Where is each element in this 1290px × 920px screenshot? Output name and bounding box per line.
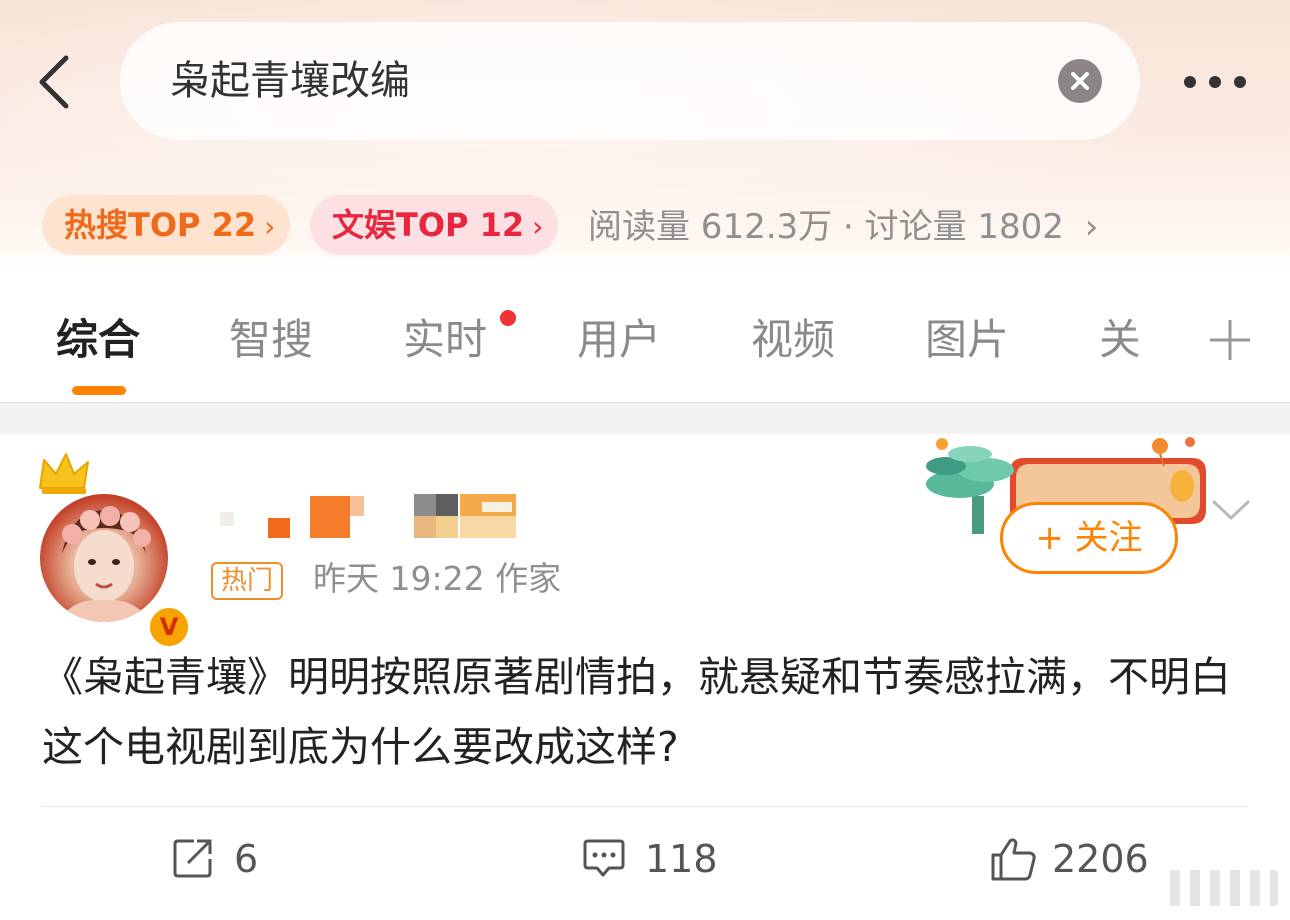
tab-smart-search[interactable]: 智搜 <box>229 312 313 368</box>
avatar[interactable] <box>40 494 168 622</box>
search-tabs: 综合 智搜 实时 用户 视频 图片 关 <box>0 290 1290 400</box>
chevron-right-icon: › <box>1084 207 1099 247</box>
hot-search-rank-badge[interactable]: 热搜TOP 22 › <box>42 195 290 255</box>
author-avatar-wrapper[interactable]: V <box>39 453 192 650</box>
add-tab-icon[interactable] <box>1208 318 1252 362</box>
tab-overflow-fade <box>1130 290 1200 400</box>
watermark-overlay <box>1160 870 1278 906</box>
entertainment-rank-badge[interactable]: 文娱TOP 12 › <box>310 195 558 255</box>
author-name-redacted[interactable] <box>210 494 530 538</box>
search-query: 枭起青壤改编 <box>170 58 410 104</box>
entertainment-rank-label: 文娱TOP 12 <box>332 206 525 244</box>
post-body: 《枭起青壤》明明按照原著剧情拍，就悬疑和节奏感拉满，不明白这个电视剧到底为什么要… <box>42 653 1231 771</box>
active-tab-indicator <box>72 386 126 395</box>
topic-stats-text: 阅读量 612.3万 · 讨论量 1802 <box>588 207 1064 247</box>
thumbs-up-icon <box>991 838 1036 881</box>
comment-count: 118 <box>645 837 718 881</box>
chevron-right-icon: › <box>264 210 276 243</box>
section-divider <box>0 402 1290 435</box>
weibo-post-card: V 热门 昨天 19:22 作家 + 关注 《枭起青壤》明明按照原著剧情拍，就悬… <box>0 434 1290 920</box>
back-arrow-icon[interactable] <box>28 52 88 112</box>
hot-post-tag: 热门 <box>211 562 284 600</box>
search-input[interactable]: 枭起青壤改编 <box>120 22 1140 140</box>
topic-stats-link[interactable]: 阅读量 612.3万 · 讨论量 1802 › <box>588 195 1098 259</box>
new-content-dot <box>500 310 516 326</box>
repost-count: 6 <box>234 837 259 881</box>
follow-button[interactable]: + 关注 <box>1000 502 1178 574</box>
like-count: 2206 <box>1052 837 1149 881</box>
tab-users[interactable]: 用户 <box>577 312 661 368</box>
repost-icon <box>173 839 212 878</box>
hot-search-rank-label: 热搜TOP 22 <box>64 206 257 244</box>
crown-icon <box>39 453 89 494</box>
clear-search-icon[interactable] <box>1058 59 1102 103</box>
tab-video[interactable]: 视频 <box>751 312 835 368</box>
chevron-down-icon[interactable] <box>1210 494 1252 524</box>
chevron-right-icon: › <box>532 210 544 243</box>
tab-realtime[interactable]: 实时 <box>403 312 487 368</box>
tab-comprehensive[interactable]: 综合 <box>56 312 140 368</box>
action-divider <box>42 806 1248 807</box>
tab-images[interactable]: 图片 <box>925 312 1009 368</box>
more-options-icon[interactable] <box>1180 70 1250 94</box>
comment-icon <box>583 839 625 877</box>
post-meta: 昨天 19:22 作家 <box>313 559 562 598</box>
